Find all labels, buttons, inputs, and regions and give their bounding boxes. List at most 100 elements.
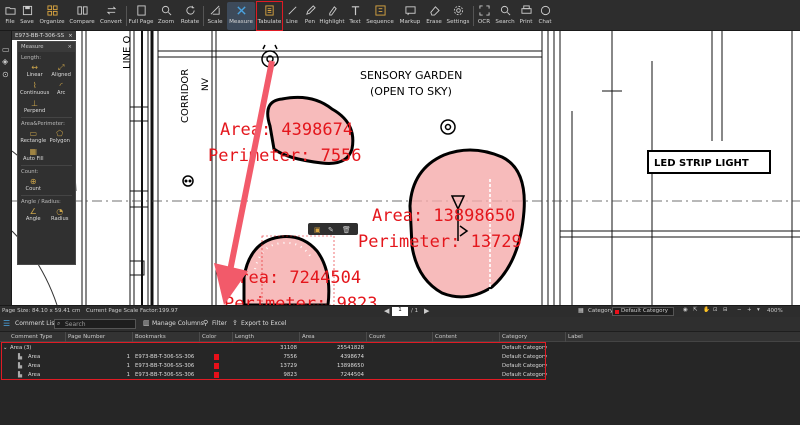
file-button[interactable]: File xyxy=(2,2,18,30)
measure-panel: Measure × Length: ↔ Linear ⤢ Aligned ⌇ Conti… xyxy=(17,41,76,265)
table-row[interactable]: ▙ Area 1 E973-BB-T-306-SS-306 7556 43986… xyxy=(0,353,800,362)
erase-button[interactable]: Erase xyxy=(425,2,443,30)
zoom-dropdown-icon[interactable]: ▾ xyxy=(757,307,760,313)
filter-button[interactable]: Filter xyxy=(212,320,227,327)
area-type-icon: ▙ xyxy=(18,372,23,378)
settings-button[interactable]: Settings xyxy=(446,2,470,30)
column-header[interactable]: Bookmarks xyxy=(135,334,166,340)
text-button[interactable]: Text xyxy=(347,2,363,30)
rectangle-icon: ▭ xyxy=(29,129,38,138)
edit-icon[interactable]: ✎ xyxy=(328,226,334,234)
angle-tool[interactable]: ∠ Angle xyxy=(20,207,47,222)
category-icon: ▦ xyxy=(578,307,584,314)
column-header[interactable]: Comment Type xyxy=(11,334,52,340)
column-header[interactable]: Length xyxy=(235,334,254,340)
select-icon[interactable]: ⇱ xyxy=(693,307,698,313)
column-header[interactable]: Area xyxy=(302,334,315,340)
chevron-down-icon[interactable]: ⌄ xyxy=(3,345,7,351)
ocr-button[interactable]: OCR xyxy=(476,2,492,30)
aligned-tool[interactable]: ⤢ Aligned xyxy=(49,63,73,78)
markup-button[interactable]: Markup xyxy=(398,2,422,30)
rotate-button[interactable]: Rotate xyxy=(179,2,201,30)
manage-columns-button[interactable]: Manage Columns xyxy=(152,320,204,327)
close-icon[interactable]: × xyxy=(68,44,72,50)
page-total: / 1 xyxy=(411,308,419,314)
table-row[interactable]: ▙ Area 1 E973-BB-T-306-SS-306 9823 72445… xyxy=(0,371,800,380)
save-button[interactable]: Save xyxy=(19,2,35,30)
page-number-input[interactable]: 1 xyxy=(392,307,408,316)
copy-style-icon[interactable]: ▣ xyxy=(314,226,321,234)
category-color-swatch xyxy=(615,310,619,314)
column-header[interactable]: Content xyxy=(435,334,457,340)
auto-fill-tool[interactable]: ▦ Auto Fill xyxy=(20,147,47,162)
print-button[interactable]: Print xyxy=(518,2,534,30)
perimeter-annotation-2[interactable]: Perimeter: 13729 xyxy=(358,232,522,252)
count-tool[interactable]: ⊕ Count xyxy=(20,177,47,192)
layers-icon[interactable]: ◈ xyxy=(2,57,8,66)
radius-tool[interactable]: ◔ Radius xyxy=(47,207,74,222)
search-input[interactable]: ⌕ Search xyxy=(54,319,136,329)
eye-icon[interactable]: ◉ xyxy=(683,307,688,313)
scale-button[interactable]: Scale xyxy=(206,2,224,30)
table-row[interactable]: ▙ Area 1 E973-BB-T-306-SS-306 13729 1389… xyxy=(0,362,800,371)
pen-button[interactable]: Pen xyxy=(302,2,318,30)
tab-comment-list[interactable]: Comment List xyxy=(15,320,57,327)
measure-button[interactable]: Measure xyxy=(227,2,255,30)
sequence-button[interactable]: Sequence xyxy=(366,2,394,30)
group-row[interactable]: ⌄ Area (3) 31108 25541828 Default Catego… xyxy=(0,344,800,353)
perimeter-annotation-1[interactable]: Perimeter: 7556 xyxy=(208,146,362,166)
rectangle-tool[interactable]: ▭ Rectangle xyxy=(20,129,47,144)
area-type-icon: ▙ xyxy=(18,354,23,360)
area-annotation-2[interactable]: Area: 13898650 xyxy=(372,206,515,226)
drawing-canvas[interactable]: LINE O CORRIDOR NV SENSORY GARDEN (OPEN … xyxy=(12,31,800,305)
close-icon[interactable]: × xyxy=(68,33,73,39)
column-header[interactable]: Page Number xyxy=(68,334,105,340)
sequence-icon xyxy=(374,5,386,16)
next-page-icon[interactable]: ▶ xyxy=(424,307,429,315)
column-header[interactable]: Category xyxy=(502,334,527,340)
search-button[interactable]: Search xyxy=(495,2,515,30)
zoom-button[interactable]: Zoom xyxy=(156,2,176,30)
arc-tool[interactable]: ◜ Arc xyxy=(49,81,73,96)
column-header[interactable]: Label xyxy=(568,334,583,340)
measure-icon xyxy=(236,6,246,15)
continuous-icon: ⌇ xyxy=(32,81,37,90)
area-type-icon: ▙ xyxy=(18,363,23,369)
fit-width-icon[interactable]: ⊟ xyxy=(723,307,728,313)
polygon-tool[interactable]: ⬠ Polygon xyxy=(47,129,74,144)
measure-panel-icon[interactable]: ⊙ xyxy=(2,70,9,79)
column-header[interactable]: Count xyxy=(369,334,385,340)
area-annotation-1[interactable]: Area: 4398674 xyxy=(220,120,353,140)
hand-icon[interactable]: ✋ xyxy=(703,307,710,313)
continuous-tool[interactable]: ⌇ Continuous xyxy=(20,81,49,96)
export-excel-button[interactable]: Export to Excel xyxy=(241,320,286,327)
status-bar: Page Size: 84.10 x 59.41 cm Current Page… xyxy=(0,305,800,317)
zoom-out-icon[interactable]: − xyxy=(737,307,742,313)
line-button[interactable]: Line xyxy=(284,2,300,30)
filter-icon: ⚲ xyxy=(203,319,209,327)
fit-icon[interactable]: ⊡ xyxy=(713,307,718,313)
zoom-in-icon[interactable]: + xyxy=(747,307,752,313)
compare-button[interactable]: Compare xyxy=(69,2,95,30)
organize-button[interactable]: Organize xyxy=(38,2,66,30)
prev-page-icon[interactable]: ◀ xyxy=(384,307,389,315)
tabulate-button[interactable]: Tabulate xyxy=(256,1,283,31)
chat-button[interactable]: Chat xyxy=(537,2,553,30)
convert-button[interactable]: Convert xyxy=(99,2,123,30)
linear-icon: ↔ xyxy=(31,63,38,72)
delete-icon[interactable]: 🗑 xyxy=(342,225,351,234)
perimeter-annotation-3[interactable]: Perimeter: 9823 xyxy=(224,294,378,305)
line-of-label: LINE O xyxy=(122,36,133,69)
category-select[interactable]: Default Category xyxy=(612,307,674,316)
length-heading: Length: xyxy=(21,55,42,61)
document-tab[interactable]: E973-BB-T-306-SS × xyxy=(12,31,76,40)
bookmark-icon[interactable]: ▭ xyxy=(2,45,10,54)
highlight-button[interactable]: Highlight xyxy=(319,2,345,30)
linear-tool[interactable]: ↔ Linear xyxy=(20,63,49,78)
full-page-button[interactable]: Full Page xyxy=(129,2,153,30)
column-header[interactable]: Color xyxy=(202,334,216,340)
markup-icon xyxy=(404,6,416,16)
perpend-tool[interactable]: ⊥ Perpend xyxy=(20,99,49,114)
zoom-level[interactable]: 400% xyxy=(767,308,783,314)
table-header: Comment Type Page Number Bookmarks Color… xyxy=(0,332,800,342)
